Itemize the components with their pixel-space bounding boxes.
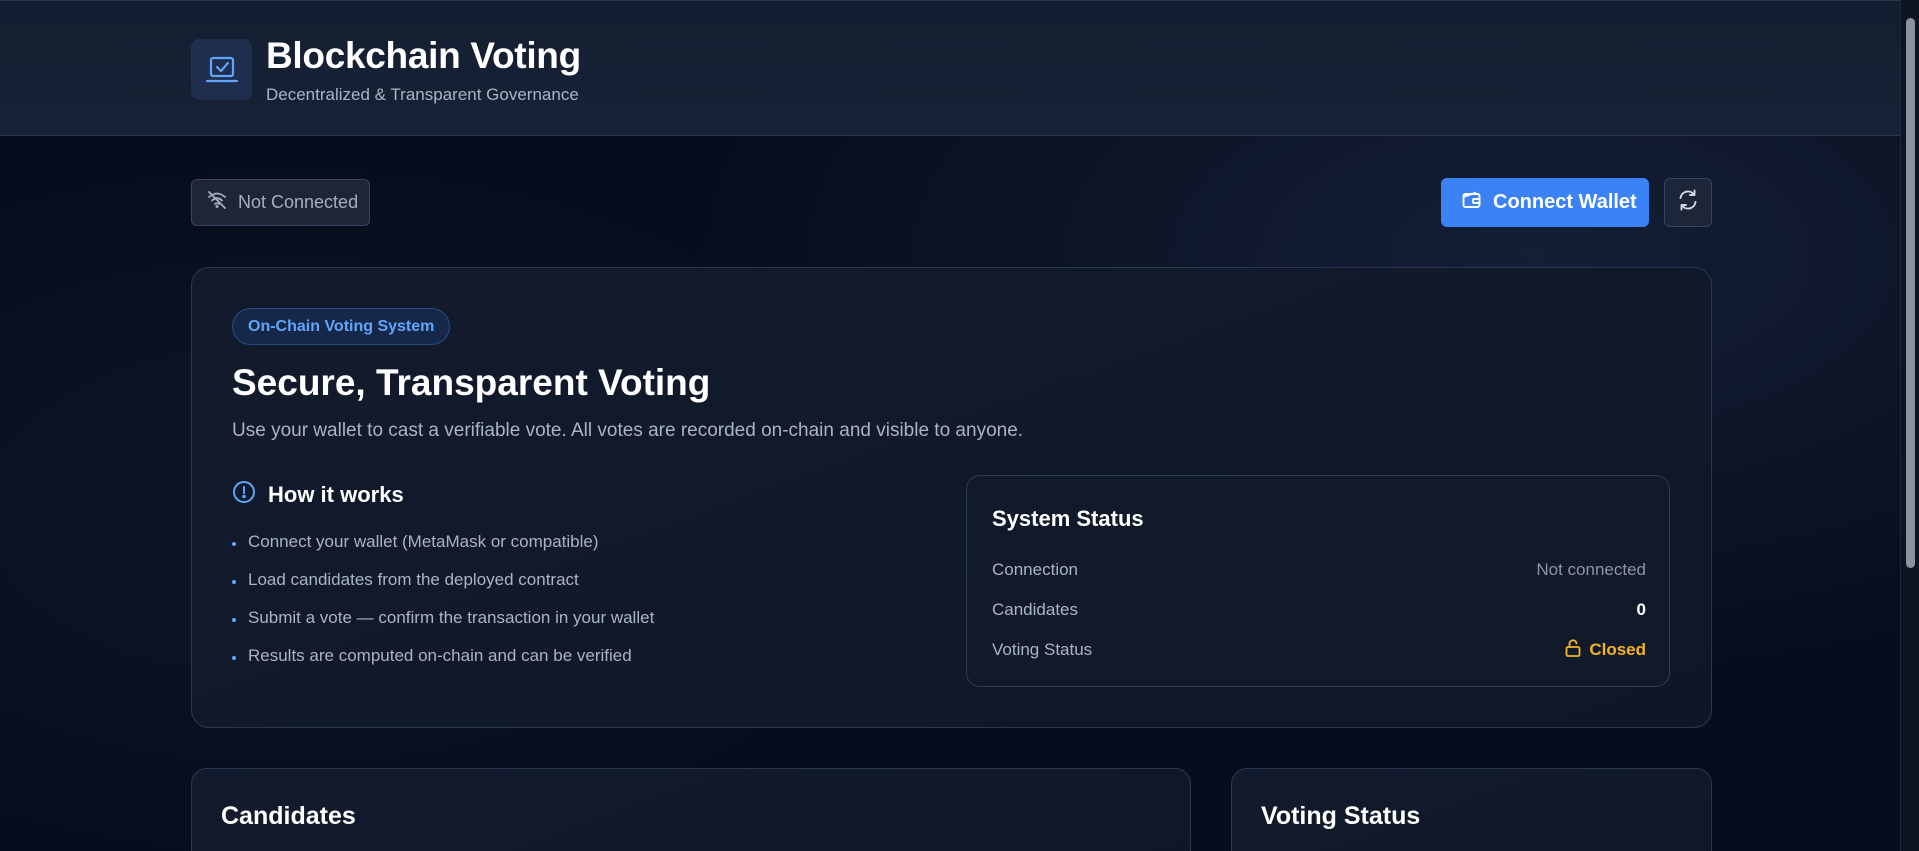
status-row-candidates: Candidates 0	[992, 598, 1646, 622]
page-scrollbar[interactable]	[1900, 0, 1919, 851]
bullet-icon	[232, 618, 236, 622]
hero-description: Use your wallet to cast a verifiable vot…	[232, 420, 1024, 441]
candidates-card: Candidates	[191, 768, 1191, 851]
system-status-card: System Status Connection Not connected C…	[966, 475, 1670, 687]
list-item: Load candidates from the deployed contra…	[232, 570, 654, 608]
list-item: Connect your wallet (MetaMask or compati…	[232, 532, 654, 570]
wifi-off-icon	[207, 191, 227, 214]
bullet-icon	[232, 656, 236, 660]
lock-open-icon	[1565, 638, 1581, 662]
hero-title: Secure, Transparent Voting	[232, 362, 711, 403]
how-it-works-title: How it works	[268, 482, 404, 507]
status-row-voting: Voting Status Closed	[992, 638, 1646, 662]
refresh-icon	[1677, 189, 1699, 216]
bullet-icon	[232, 542, 236, 546]
status-label: Connection	[992, 560, 1079, 579]
candidates-title: Candidates	[221, 802, 356, 830]
voting-status-text: Closed	[1589, 640, 1646, 659]
voting-status-value: Closed	[1565, 638, 1646, 662]
status-row-connection: Connection Not connected	[992, 558, 1646, 582]
info-circle-icon	[232, 480, 256, 510]
hero-card: On-Chain Voting System Secure, Transpare…	[191, 267, 1712, 728]
voting-status-title: Voting Status	[1261, 802, 1421, 830]
connection-value: Not connected	[1536, 560, 1646, 579]
refresh-button[interactable]	[1664, 178, 1712, 227]
app-header: Blockchain Voting Decentralized & Transp…	[0, 0, 1900, 136]
list-item: Submit a vote — confirm the transaction …	[232, 608, 654, 646]
candidates-count: 0	[1636, 600, 1646, 619]
wallet-icon	[1462, 191, 1481, 215]
connect-wallet-button[interactable]: Connect Wallet	[1441, 178, 1649, 227]
list-item: Results are computed on-chain and can be…	[232, 646, 654, 684]
scrollbar-thumb[interactable]	[1906, 18, 1915, 568]
status-label: Candidates	[992, 600, 1079, 619]
app-subtitle: Decentralized & Transparent Governance	[266, 85, 579, 104]
steps-list: Connect your wallet (MetaMask or compati…	[232, 532, 654, 684]
app-title: Blockchain Voting	[266, 35, 581, 76]
connection-status-label: Not Connected	[238, 192, 359, 212]
status-label: Voting Status	[992, 640, 1093, 659]
system-status-title: System Status	[992, 506, 1144, 531]
ballot-laptop-icon	[191, 39, 252, 100]
bullet-icon	[232, 580, 236, 584]
connect-wallet-label: Connect Wallet	[1493, 191, 1637, 213]
connection-status-badge: Not Connected	[191, 179, 370, 226]
system-tag: On-Chain Voting System	[232, 308, 451, 345]
how-it-works-heading: How it works	[232, 480, 404, 510]
voting-status-card: Voting Status	[1231, 768, 1712, 851]
